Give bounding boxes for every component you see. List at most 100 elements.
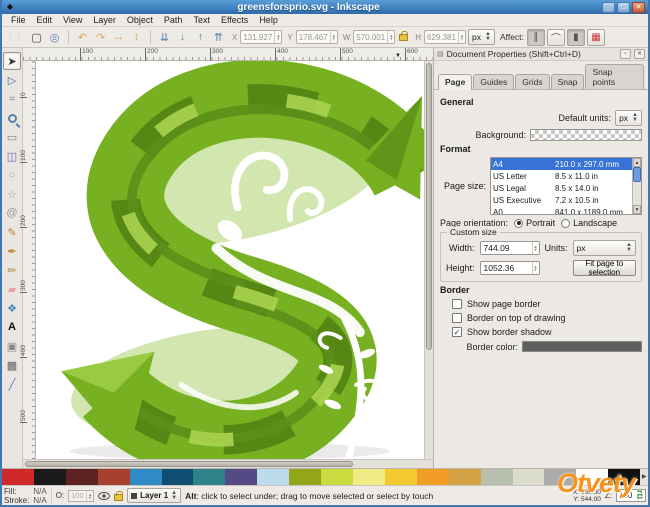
palette-swatch[interactable] bbox=[98, 469, 130, 485]
palette-swatch[interactable] bbox=[417, 469, 449, 485]
fill-value[interactable]: N/A bbox=[33, 487, 46, 496]
canvas[interactable] bbox=[36, 61, 424, 459]
palette-swatch[interactable] bbox=[385, 469, 417, 485]
text-tool[interactable]: A bbox=[3, 318, 21, 336]
y-input[interactable]: 178.467▲▼ bbox=[296, 30, 338, 44]
palette-swatch[interactable] bbox=[513, 469, 545, 485]
page-size-row[interactable]: US Legal8.5 x 14.0 in bbox=[491, 182, 632, 194]
palette-swatch[interactable] bbox=[353, 469, 385, 485]
layer-lock-icon[interactable] bbox=[114, 494, 123, 501]
minimize-button[interactable]: _ bbox=[602, 2, 615, 13]
border-color-swatch[interactable] bbox=[522, 341, 642, 352]
lock-ratio-icon[interactable] bbox=[399, 34, 408, 41]
title-bar[interactable]: ◆ greensforsprio.svg - Inkscape _□✕ bbox=[2, 0, 648, 14]
close-button[interactable]: ✕ bbox=[632, 2, 645, 13]
canvas-horizontal-scrollbar[interactable] bbox=[23, 459, 433, 468]
page-size-list[interactable]: A4210.0 x 297.0 mmUS Letter8.5 x 11.0 in… bbox=[490, 157, 642, 215]
horizontal-ruler[interactable]: 100200300400500600▼ bbox=[23, 48, 433, 61]
palette-swatch[interactable] bbox=[34, 469, 66, 485]
tweak-tool[interactable]: ≈ bbox=[3, 90, 21, 108]
layer-dropdown[interactable]: Layer 1 ▲▼ bbox=[127, 488, 181, 503]
palette-swatch[interactable] bbox=[289, 469, 321, 485]
menu-text[interactable]: Text bbox=[188, 15, 215, 25]
menu-layer[interactable]: Layer bbox=[88, 15, 121, 25]
zoom-input[interactable]: 100▲▼ bbox=[616, 489, 646, 502]
calligraphy-tool[interactable]: ✏ bbox=[3, 261, 21, 279]
page-size-row[interactable]: US Letter8.5 x 11.0 in bbox=[491, 170, 632, 182]
box3d-tool[interactable]: ◫ bbox=[3, 147, 21, 165]
flip-horizontal-icon[interactable]: ↔ bbox=[110, 29, 127, 46]
palette-scroll-arrow-icon[interactable]: ▶ bbox=[640, 469, 648, 485]
background-color-swatch[interactable] bbox=[530, 129, 642, 141]
checkbox-border-on-top-of-drawing[interactable]: Border on top of drawing bbox=[452, 313, 642, 323]
stroke-value[interactable]: N/A bbox=[33, 496, 46, 505]
rotate-ccw-icon[interactable]: ↶ bbox=[74, 29, 91, 46]
palette-swatch[interactable] bbox=[130, 469, 162, 485]
x-input[interactable]: 131.927▲▼ bbox=[240, 30, 282, 44]
layer-visibility-eye-icon[interactable] bbox=[98, 492, 110, 500]
eraser-tool[interactable]: ▰ bbox=[3, 280, 21, 298]
default-units-dropdown[interactable]: px▲▼ bbox=[615, 110, 642, 126]
height-input[interactable]: 629.381▲▼ bbox=[424, 30, 466, 44]
menu-file[interactable]: File bbox=[6, 15, 31, 25]
zoom-tool[interactable] bbox=[3, 109, 21, 127]
pencil-tool[interactable]: ✎ bbox=[3, 223, 21, 241]
landscape-radio[interactable]: Landscape bbox=[561, 218, 617, 228]
units-dropdown[interactable]: px▲▼ bbox=[468, 29, 495, 45]
tab-snap[interactable]: Snap bbox=[551, 74, 585, 89]
checkbox-show-border-shadow[interactable]: ✓Show border shadow bbox=[452, 327, 642, 337]
affect-stroke-toggle[interactable]: ∥ bbox=[527, 29, 545, 46]
rectangle-tool[interactable]: ▭ bbox=[3, 128, 21, 146]
lower-icon[interactable]: ↓ bbox=[174, 29, 191, 46]
ellipse-tool[interactable]: ○ bbox=[3, 166, 21, 184]
menu-path[interactable]: Path bbox=[159, 15, 188, 25]
affect-pattern-toggle[interactable]: ▦ bbox=[587, 29, 605, 46]
tab-guides[interactable]: Guides bbox=[473, 74, 514, 89]
palette-swatch[interactable] bbox=[449, 469, 481, 485]
star-tool[interactable]: ☆ bbox=[3, 185, 21, 203]
select-all-icon[interactable]: ▢ bbox=[28, 29, 45, 46]
portrait-radio[interactable]: Portrait bbox=[514, 218, 555, 228]
menu-effects[interactable]: Effects bbox=[216, 15, 253, 25]
custom-height-input[interactable]: 1052.36▲▼ bbox=[480, 261, 540, 275]
spiral-tool[interactable]: @ bbox=[3, 204, 21, 222]
menu-help[interactable]: Help bbox=[254, 15, 283, 25]
zoom-selection-icon[interactable]: ◎ bbox=[46, 29, 63, 46]
palette-swatch[interactable] bbox=[162, 469, 194, 485]
panel-detach-button[interactable]: ▫ bbox=[620, 49, 631, 59]
palette-swatch[interactable] bbox=[608, 469, 640, 485]
flip-vertical-icon[interactable]: ↕ bbox=[128, 29, 145, 46]
vertical-ruler[interactable]: 0100200300400500 bbox=[23, 61, 36, 459]
fit-page-to-selection-button[interactable]: Fit page to selection bbox=[573, 260, 636, 276]
raise-icon[interactable]: ↑ bbox=[192, 29, 209, 46]
palette-swatch[interactable] bbox=[576, 469, 608, 485]
palette-swatch[interactable] bbox=[225, 469, 257, 485]
connector-tool[interactable]: ▣ bbox=[3, 337, 21, 355]
tab-snap-points[interactable]: Snap points bbox=[585, 64, 644, 89]
pen-tool[interactable]: ✒ bbox=[3, 242, 21, 260]
palette-swatch[interactable] bbox=[544, 469, 576, 485]
gradient-tool[interactable]: ▩ bbox=[3, 356, 21, 374]
selector-tool[interactable]: ➤ bbox=[3, 52, 21, 70]
panel-close-button[interactable]: ✕ bbox=[634, 49, 645, 59]
scroll-up-icon[interactable]: ▲ bbox=[633, 158, 641, 167]
maximize-button[interactable]: □ bbox=[617, 2, 630, 13]
affect-corners-toggle[interactable]: ⌒ bbox=[547, 29, 565, 46]
width-input[interactable]: 570.001▲▼ bbox=[353, 30, 395, 44]
page-size-row[interactable]: A0841.0 x 1189.0 mm bbox=[491, 206, 632, 215]
raise-to-top-icon[interactable]: ⇈ bbox=[210, 29, 227, 46]
custom-units-dropdown[interactable]: px▲▼ bbox=[573, 240, 636, 256]
affect-gradient-toggle[interactable]: ▮ bbox=[567, 29, 585, 46]
menu-object[interactable]: Object bbox=[122, 15, 158, 25]
tab-page[interactable]: Page bbox=[438, 74, 472, 90]
page-size-row[interactable]: A4210.0 x 297.0 mm bbox=[491, 158, 632, 170]
palette-swatch[interactable] bbox=[193, 469, 225, 485]
palette-swatch[interactable] bbox=[481, 469, 513, 485]
menu-view[interactable]: View bbox=[58, 15, 87, 25]
rotate-cw-icon[interactable]: ↷ bbox=[92, 29, 109, 46]
canvas-vertical-scrollbar[interactable] bbox=[424, 61, 433, 459]
opacity-input[interactable]: 100▲▼ bbox=[68, 490, 94, 502]
menu-edit[interactable]: Edit bbox=[32, 15, 58, 25]
scroll-down-icon[interactable]: ▼ bbox=[633, 205, 641, 214]
paintbucket-tool[interactable]: ❖ bbox=[3, 299, 21, 317]
